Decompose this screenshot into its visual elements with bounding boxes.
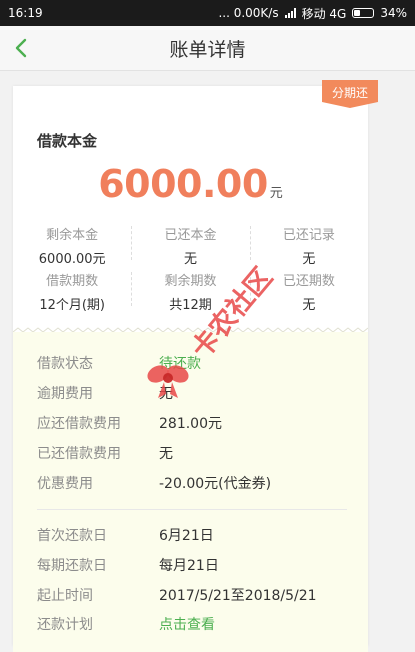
detail-value: 无 — [159, 446, 173, 462]
view-plan-link[interactable]: 点击查看 — [159, 614, 215, 634]
stat-label: 借款期数 — [46, 274, 99, 289]
detail-value: 281.00元 — [159, 416, 222, 432]
amount-unit: 元 — [269, 186, 283, 201]
stat-repaid-periods: 已还期数 无 — [249, 268, 368, 313]
detail-first-repayment: 首次还款日 6月21日 — [37, 524, 214, 546]
status-time: 16:19 — [8, 6, 43, 20]
stat-value: 6000.00元 — [38, 252, 106, 267]
nav-bar: 账单详情 — [0, 26, 415, 71]
detail-value: 待还款 — [159, 356, 201, 372]
stat-loan-periods: 借款期数 12个月(期) — [13, 268, 131, 313]
stat-label: 已还期数 — [282, 274, 335, 289]
detail-label: 还款计划 — [37, 617, 93, 633]
stats-grid: 剩余本金 6000.00元 已还本金 无 已还记录 无 借款期数 12个月(期)… — [13, 222, 368, 314]
stat-repayment-records: 已还记录 无 — [249, 222, 368, 267]
detail-label: 借款状态 — [37, 356, 93, 372]
stats-row: 借款期数 12个月(期) 剩余期数 共12期 已还期数 无 — [13, 268, 368, 313]
detail-discount: 优惠费用 -20.00元(代金券) — [37, 472, 271, 494]
detail-label: 优惠费用 — [37, 476, 93, 492]
detail-value: 6月21日 — [159, 528, 214, 544]
stat-value: 无 — [302, 298, 316, 313]
stat-remaining-periods: 剩余期数 共12期 — [131, 268, 249, 313]
stat-value: 无 — [302, 252, 316, 267]
stat-label: 剩余本金 — [46, 228, 99, 243]
network-speed: ... 0.00K/s — [218, 6, 279, 20]
battery-percent: 34% — [380, 6, 407, 20]
detail-period: 起止时间 2017/5/21至2018/5/21 — [37, 584, 317, 606]
stat-remaining-principal: 剩余本金 6000.00元 — [13, 222, 131, 267]
detail-value: 无 — [159, 386, 173, 402]
section-divider — [37, 509, 347, 510]
detail-value: 每月21日 — [159, 558, 219, 574]
signal-icon — [284, 8, 296, 18]
page-title: 账单详情 — [169, 38, 246, 61]
detail-overdue-fee: 逾期费用 无 — [37, 382, 173, 404]
battery-icon — [352, 8, 375, 18]
stat-value: 12个月(期) — [39, 298, 105, 313]
detail-label: 逾期费用 — [37, 386, 93, 402]
bill-card: 分期还 借款本金 6000.00 元 剩余本金 6000.00元 已还本金 无 已… — [13, 80, 378, 652]
installment-badge: 分期还 — [322, 80, 378, 110]
stats-row: 剩余本金 6000.00元 已还本金 无 已还记录 无 — [13, 222, 368, 267]
details-section: 借款状态 待还款 逾期费用 无 应还借款费用 281.00元 已还借款费用 无 … — [13, 332, 368, 652]
detail-repayment-day: 每期还款日 每月21日 — [37, 554, 219, 576]
detail-repayment-plan: 还款计划 点击查看 — [37, 613, 215, 635]
detail-fee-due: 应还借款费用 281.00元 — [37, 412, 222, 434]
badge-label: 分期还 — [331, 86, 368, 100]
principal-label: 借款本金 — [37, 132, 98, 150]
chevron-left-icon — [15, 38, 27, 58]
detail-value: 2017/5/21至2018/5/21 — [159, 588, 317, 604]
stat-repaid-principal: 已还本金 无 — [131, 222, 249, 267]
stat-label: 剩余期数 — [164, 274, 217, 289]
stat-label: 已还记录 — [282, 228, 335, 243]
detail-label: 每期还款日 — [37, 558, 107, 574]
amount-value: 6000.00 — [98, 162, 268, 206]
detail-loan-status: 借款状态 待还款 — [37, 352, 201, 374]
stat-value: 无 — [183, 252, 197, 267]
stat-label: 已还本金 — [164, 228, 217, 243]
detail-label: 已还借款费用 — [37, 446, 121, 462]
back-button[interactable] — [8, 34, 36, 62]
status-indicators: ... 0.00K/s 移动 4G 34% — [218, 5, 407, 22]
stat-value: 共12期 — [169, 298, 212, 313]
detail-label: 首次还款日 — [37, 528, 107, 544]
detail-label: 应还借款费用 — [37, 416, 121, 432]
detail-fee-paid: 已还借款费用 无 — [37, 442, 173, 464]
status-bar: 16:19 ... 0.00K/s 移动 4G 34% — [0, 0, 415, 26]
detail-value: -20.00元(代金券) — [159, 476, 272, 492]
detail-label: 起止时间 — [37, 588, 93, 604]
carrier-label: 移动 4G — [301, 6, 347, 21]
principal-amount: 6000.00 元 — [13, 162, 368, 206]
